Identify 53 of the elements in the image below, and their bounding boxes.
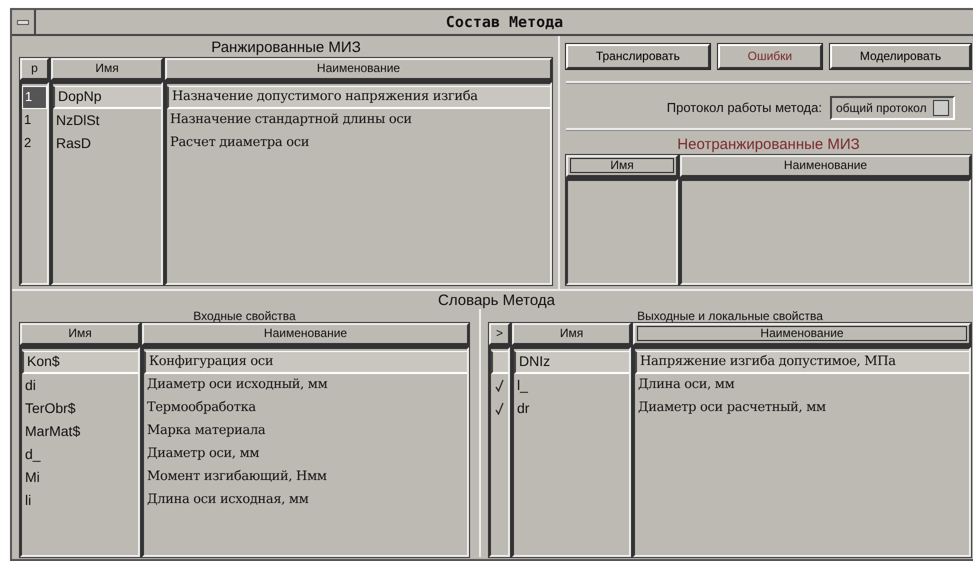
table-cell[interactable]: Длина оси исходная, мм [144, 489, 467, 512]
column-header[interactable]: Имя [566, 155, 678, 177]
table-cell[interactable]: DopNp [53, 86, 161, 109]
window-title: Состав Метода [444, 12, 564, 33]
table-cell[interactable]: d_ [22, 443, 138, 466]
table-cell[interactable]: Конфигурация оси [144, 351, 467, 374]
section-title: Словарь Метода [437, 293, 556, 309]
table-cell[interactable]: Kon$ [22, 351, 138, 374]
table-cell[interactable]: NzDlSt [53, 109, 161, 132]
action-button[interactable]: Моделировать [830, 44, 971, 69]
table-cell[interactable]: RasD [53, 132, 161, 155]
column-header[interactable]: Имя [20, 323, 140, 345]
checkmark-icon [495, 379, 504, 392]
table-cell[interactable]: Назначение допустимого напряжения изгиба [167, 86, 550, 109]
table-cell[interactable]: Термообработка [144, 397, 467, 420]
checkmark-icon [495, 402, 504, 416]
table-cell[interactable]: Диаметр оси исходный, мм [144, 374, 467, 397]
column-header[interactable]: Имя [512, 323, 631, 345]
table-cell[interactable]: Диаметр оси расчетный, мм [635, 397, 969, 420]
section-title: Ранжированные МИЗ [210, 38, 362, 58]
column-header[interactable]: р [20, 58, 49, 80]
table-cell[interactable]: Расчет диаметра оси [167, 132, 550, 155]
table-cell[interactable]: 1 [22, 109, 47, 132]
table-cell[interactable]: TerObr$ [22, 397, 138, 420]
table-cell[interactable]: di [22, 374, 138, 397]
table-cell[interactable]: MarMat$ [22, 420, 138, 443]
column-header[interactable]: Имя [51, 58, 163, 80]
column-header[interactable]: Наименование [165, 58, 552, 80]
table-cell[interactable]: 2 [22, 132, 47, 155]
table-cell[interactable]: Напряжение изгиба допустимое, МПа [635, 351, 969, 374]
table-cell[interactable]: dr [514, 397, 629, 420]
table-cell[interactable]: li [22, 489, 138, 512]
table-cell[interactable]: Длина оси, мм [635, 374, 969, 397]
column-header[interactable]: > [489, 323, 510, 345]
table-cell[interactable]: Марка материала [144, 420, 467, 443]
table-cell[interactable]: l_ [514, 374, 629, 397]
column-header[interactable]: Наименование [680, 155, 971, 177]
table-cell[interactable]: Mi [22, 466, 138, 489]
check-cell[interactable] [491, 351, 508, 374]
table-cell[interactable]: DNIz [514, 351, 629, 374]
section-subtitle: Выходные и локальные свойства [636, 309, 824, 323]
table-cell[interactable]: Диаметр оси, мм [144, 443, 467, 466]
action-button[interactable]: Транслировать [566, 44, 710, 69]
table-cell[interactable]: Назначение стандартной длины оси [167, 109, 550, 132]
action-button[interactable]: Ошибки [718, 44, 822, 69]
section-title: Неотранжированные МИЗ [676, 135, 861, 155]
section-subtitle: Входные свойства [192, 309, 297, 323]
field-label: Протокол работы метода: [666, 99, 822, 118]
column-header[interactable]: Наименование [633, 323, 971, 345]
column-header[interactable]: Наименование [142, 323, 469, 345]
protocol-dropdown[interactable]: общий протокол [830, 96, 955, 120]
table-cell[interactable]: 1 [22, 86, 47, 109]
table-cell[interactable]: Момент изгибающий, Нмм [144, 466, 467, 489]
